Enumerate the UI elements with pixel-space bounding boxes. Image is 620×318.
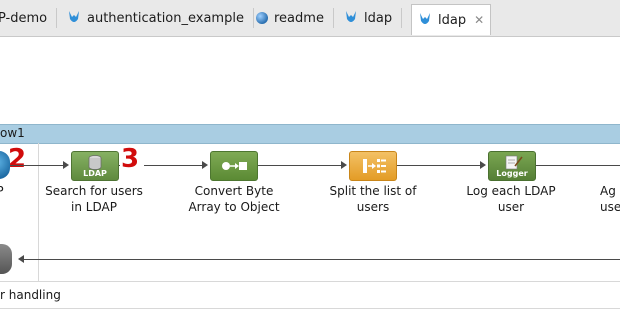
flow-connector xyxy=(144,165,202,166)
step-caption: Convert Byte Array to Object xyxy=(174,183,294,215)
arrow-head xyxy=(202,161,208,169)
convert-node[interactable] xyxy=(210,151,258,181)
mule-icon xyxy=(69,11,79,22)
tab-label: ldap xyxy=(438,12,467,28)
editor-tab-bar: P-demo authentication_example readme lda… xyxy=(0,0,620,37)
flow-connector xyxy=(535,165,620,166)
caption-line: user xyxy=(497,200,525,214)
tab-ldap[interactable]: ldap xyxy=(344,4,403,32)
ldap-node-text: LDAP xyxy=(83,169,107,178)
step-caption: Search for users in LDAP xyxy=(34,183,154,215)
globe-icon xyxy=(256,12,268,24)
caption-line: Ag xyxy=(600,184,616,198)
tab-label: ldap xyxy=(364,10,393,26)
splitter-node[interactable] xyxy=(349,151,397,181)
mule-icon xyxy=(420,13,430,24)
splitter-icon xyxy=(363,159,386,173)
logger-node-text: Logger xyxy=(496,169,528,178)
tab-label: authentication_example xyxy=(87,10,244,26)
caption-line: Search for users xyxy=(45,184,143,198)
step-caption: Split the list of users xyxy=(313,183,433,215)
flow-connector xyxy=(396,165,480,166)
caption-line: Log each LDAP xyxy=(466,184,556,198)
close-icon[interactable]: ✕ xyxy=(474,13,484,27)
arrow-head xyxy=(341,161,347,169)
caption-line: in LDAP xyxy=(71,200,117,214)
flow-header[interactable]: ow1 xyxy=(0,124,620,144)
tab-separator xyxy=(56,8,58,28)
caption-line: Convert Byte xyxy=(194,184,274,198)
arrow-head xyxy=(18,255,24,263)
step-caption: Log each LDAP user xyxy=(451,183,571,215)
arrow-head xyxy=(63,161,69,169)
mule-icon xyxy=(346,11,356,22)
ldap-search-node[interactable]: LDAP xyxy=(71,151,119,181)
transformer-icon xyxy=(222,162,247,170)
caption-line: use xyxy=(600,200,620,214)
tab-authentication-example[interactable]: authentication_example xyxy=(67,4,254,32)
step-caption: Ag use xyxy=(600,183,620,215)
response-node[interactable] xyxy=(0,244,12,274)
marker-2: 2 xyxy=(8,144,27,174)
tab-separator xyxy=(401,8,403,28)
error-handling-section[interactable]: r handling xyxy=(0,281,620,309)
arrow-head xyxy=(480,161,486,169)
tab-separator xyxy=(332,8,334,28)
logger-node[interactable]: Logger xyxy=(488,151,536,181)
return-connector xyxy=(24,259,620,260)
flow-name: ow1 xyxy=(0,126,25,140)
tab-label: readme xyxy=(274,10,324,26)
caption-line: Split the list of xyxy=(329,184,417,198)
error-handling-label: r handling xyxy=(0,288,61,302)
tab-ldap-active[interactable]: ldap ✕ xyxy=(411,4,492,35)
marker-3: 3 xyxy=(121,144,140,174)
tab-readme[interactable]: readme xyxy=(256,4,334,32)
caption-line: Array to Object xyxy=(188,200,280,214)
flow-connector xyxy=(257,165,341,166)
tab-label: P-demo xyxy=(0,10,48,26)
caption-line: users xyxy=(356,200,390,214)
tab-p-demo[interactable]: P-demo xyxy=(0,4,58,32)
flow-connector xyxy=(10,165,65,166)
tab-separator xyxy=(252,8,254,28)
